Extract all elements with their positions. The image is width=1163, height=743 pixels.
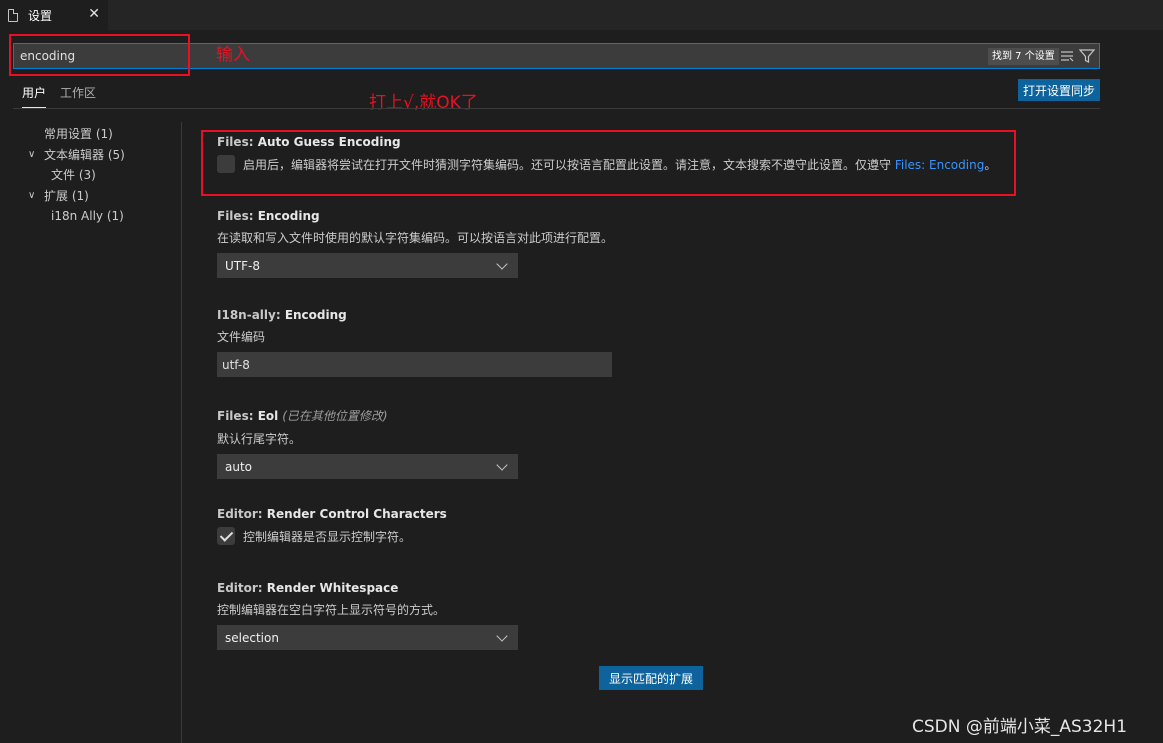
- select-value: UTF-8: [225, 258, 260, 273]
- setting-description: 控制编辑器在空白字符上显示符号的方式。: [217, 603, 446, 617]
- chevron-down-icon: [496, 629, 508, 642]
- settings-sync-button[interactable]: 打开设置同步: [1018, 79, 1100, 101]
- settings-toc: 常用设置 (1) ∨ 文本编辑器 (5) 文件 (3) ∨ 扩展 (1) i18…: [28, 124, 178, 227]
- settings-search-input[interactable]: [20, 47, 920, 65]
- auto-guess-encoding-checkbox[interactable]: [217, 155, 235, 173]
- close-icon[interactable]: ✕: [88, 6, 100, 22]
- setting-title: Files: Auto Guess Encoding: [217, 135, 401, 149]
- select-value: selection: [225, 630, 279, 645]
- show-matching-extensions-button[interactable]: 显示匹配的扩展: [599, 666, 703, 690]
- settings-tab[interactable]: 设置 ✕: [0, 0, 108, 30]
- toc-item-label: 文件 (3): [51, 168, 96, 182]
- filter-icon[interactable]: [1079, 48, 1095, 64]
- select-value: auto: [225, 459, 253, 474]
- settings-scope-tabs: 用户 工作区: [22, 84, 96, 108]
- toc-item-label: 文本编辑器 (5): [44, 147, 125, 162]
- search-result-count: 找到 7 个设置: [988, 48, 1059, 65]
- setting-description: 默认行尾字符。: [217, 432, 302, 446]
- header-divider: [13, 108, 1100, 109]
- modified-elsewhere-note[interactable]: (已在其他位置修改): [282, 409, 387, 423]
- toc-divider: [181, 122, 182, 743]
- setting-title: Files: Encoding: [217, 209, 320, 223]
- setting-title: Editor: Render Control Characters: [217, 507, 447, 521]
- render-control-characters-checkbox[interactable]: [217, 527, 235, 545]
- chevron-down-icon: [496, 458, 508, 471]
- i18n-encoding-input[interactable]: utf-8: [217, 352, 612, 377]
- setting-description: 启用后，编辑器将尝试在打开文件时猜测字符集编码。还可以按语言配置此设置。请注意，…: [243, 157, 997, 172]
- setting-files-eol: Files: Eol (已在其他位置修改) 默认行尾字符。 auto: [217, 407, 518, 479]
- chevron-down-icon: ∨: [28, 189, 36, 201]
- toc-item-files[interactable]: 文件 (3): [28, 165, 178, 186]
- setting-title: Files: Eol (已在其他位置修改): [217, 409, 388, 423]
- setting-files-encoding: Files: Encoding 在读取和写入文件时使用的默认字符集编码。可以按语…: [217, 209, 613, 278]
- setting-description: 文件编码: [217, 330, 266, 344]
- file-icon: [8, 8, 18, 22]
- setting-render-whitespace: Editor: Render Whitespace 控制编辑器在空白字符上显示符…: [217, 581, 518, 650]
- setting-auto-guess-encoding: Files: Auto Guess Encoding 启用后，编辑器将尝试在打开…: [217, 135, 996, 173]
- setting-title: Editor: Render Whitespace: [217, 581, 399, 595]
- eol-select[interactable]: auto: [217, 454, 518, 479]
- toc-item-label: 扩展 (1): [44, 188, 89, 203]
- chevron-down-icon: ∨: [28, 148, 36, 160]
- setting-description: 在读取和写入文件时使用的默认字符集编码。可以按语言对此项进行配置。: [217, 231, 614, 245]
- input-annotation-label: 输入: [216, 45, 250, 65]
- toc-item-text-editor[interactable]: ∨ 文本编辑器 (5): [28, 145, 178, 166]
- render-whitespace-select[interactable]: selection: [217, 625, 518, 650]
- toc-item-common[interactable]: 常用设置 (1): [28, 124, 178, 145]
- tab-title: 设置: [28, 8, 53, 23]
- csdn-watermark: CSDN @前端小菜_AS32H1: [912, 717, 1128, 737]
- tab-user[interactable]: 用户: [22, 84, 47, 108]
- toc-item-extensions[interactable]: ∨ 扩展 (1): [28, 186, 178, 207]
- setting-i18n-ally-encoding: I18n-ally: Encoding 文件编码 utf-8: [217, 308, 612, 377]
- toc-item-i18n-ally[interactable]: i18n Ally (1): [28, 206, 178, 227]
- check-annotation-label: 打上√,就OK了: [369, 93, 478, 113]
- editor-tab-bar: 设置 ✕: [0, 0, 1163, 30]
- clear-filter-icon[interactable]: [1060, 49, 1074, 63]
- toc-item-label: i18n Ally (1): [51, 209, 124, 223]
- toc-item-label: 常用设置 (1): [44, 127, 113, 141]
- setting-title: I18n-ally: Encoding: [217, 308, 347, 322]
- files-encoding-link[interactable]: Files: Encoding: [895, 158, 985, 172]
- setting-description: 控制编辑器是否显示控制字符。: [243, 529, 412, 544]
- tab-workspace[interactable]: 工作区: [60, 84, 96, 108]
- chevron-down-icon: [496, 257, 508, 270]
- setting-render-control-characters: Editor: Render Control Characters 控制编辑器是…: [217, 507, 447, 545]
- encoding-select[interactable]: UTF-8: [217, 253, 518, 278]
- settings-search-box[interactable]: 找到 7 个设置: [13, 43, 1100, 69]
